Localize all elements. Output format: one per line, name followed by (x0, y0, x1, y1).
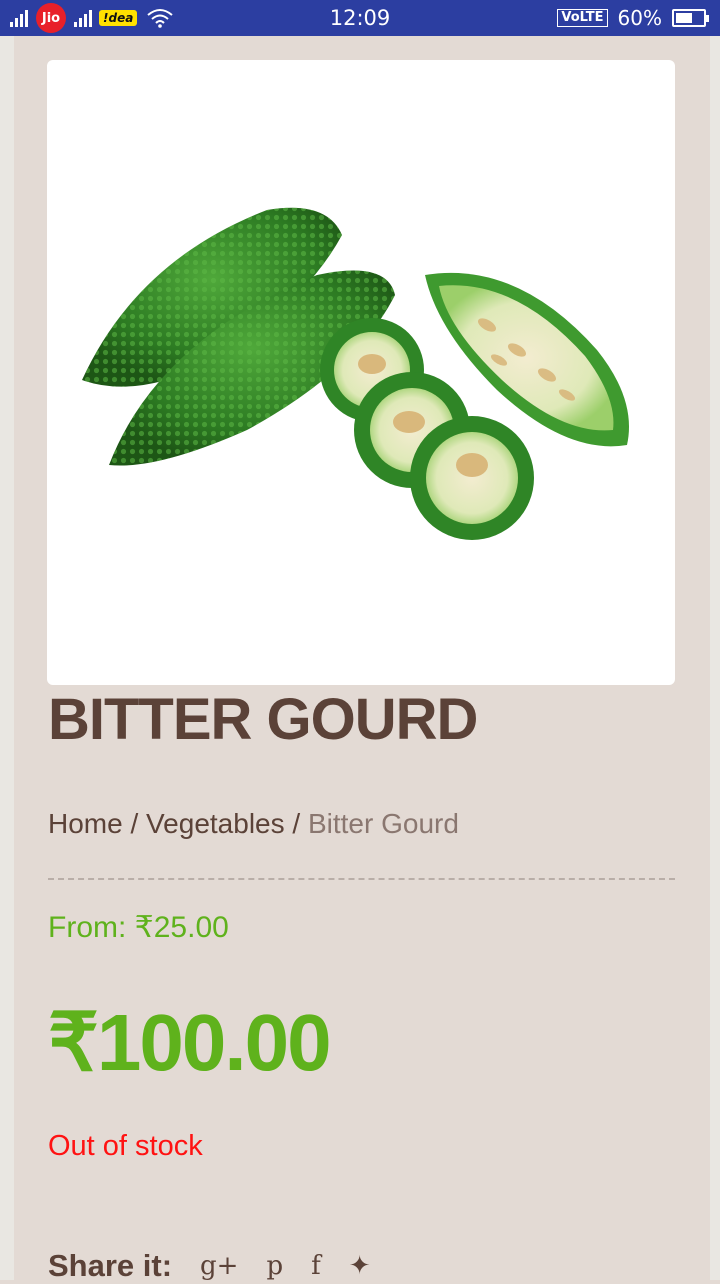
battery-icon (672, 9, 709, 27)
volte-icon: VoLTE (557, 9, 608, 27)
product-image[interactable] (47, 60, 675, 685)
share-label: Share it: (48, 1248, 173, 1283)
stock-status: Out of stock (48, 1130, 203, 1162)
status-bar: Jio !dea 12:09 VoLTE 60% (0, 0, 720, 36)
status-bar-right: VoLTE 60% (557, 0, 709, 36)
product-price: ₹100.00 (48, 998, 332, 1087)
pinterest-icon[interactable]: p (266, 1251, 283, 1281)
breadcrumb-current: Bitter Gourd (307, 808, 459, 839)
google-plus-icon[interactable]: g+ (200, 1251, 238, 1281)
facebook-icon[interactable]: f (311, 1251, 321, 1281)
page-edge-left (0, 36, 14, 1280)
twitter-icon[interactable]: ✦ (349, 1251, 371, 1281)
breadcrumb-separator: / (130, 808, 147, 839)
breadcrumb-home-link[interactable]: Home (48, 808, 123, 839)
product-title: BITTER GOURD (48, 687, 478, 752)
bitter-gourd-illustration (82, 207, 629, 540)
breadcrumb: Home / Vegetables / Bitter Gourd (48, 808, 459, 840)
breadcrumb-vegetables-link[interactable]: Vegetables (146, 808, 285, 839)
breadcrumb-separator: / (292, 808, 308, 839)
battery-percent: 60% (617, 6, 662, 30)
page-edge-right (710, 36, 720, 1280)
divider (48, 878, 675, 880)
share-row: Share it: g+ p f ✦ (48, 1248, 371, 1284)
from-price: From: ₹25.00 (48, 911, 229, 944)
